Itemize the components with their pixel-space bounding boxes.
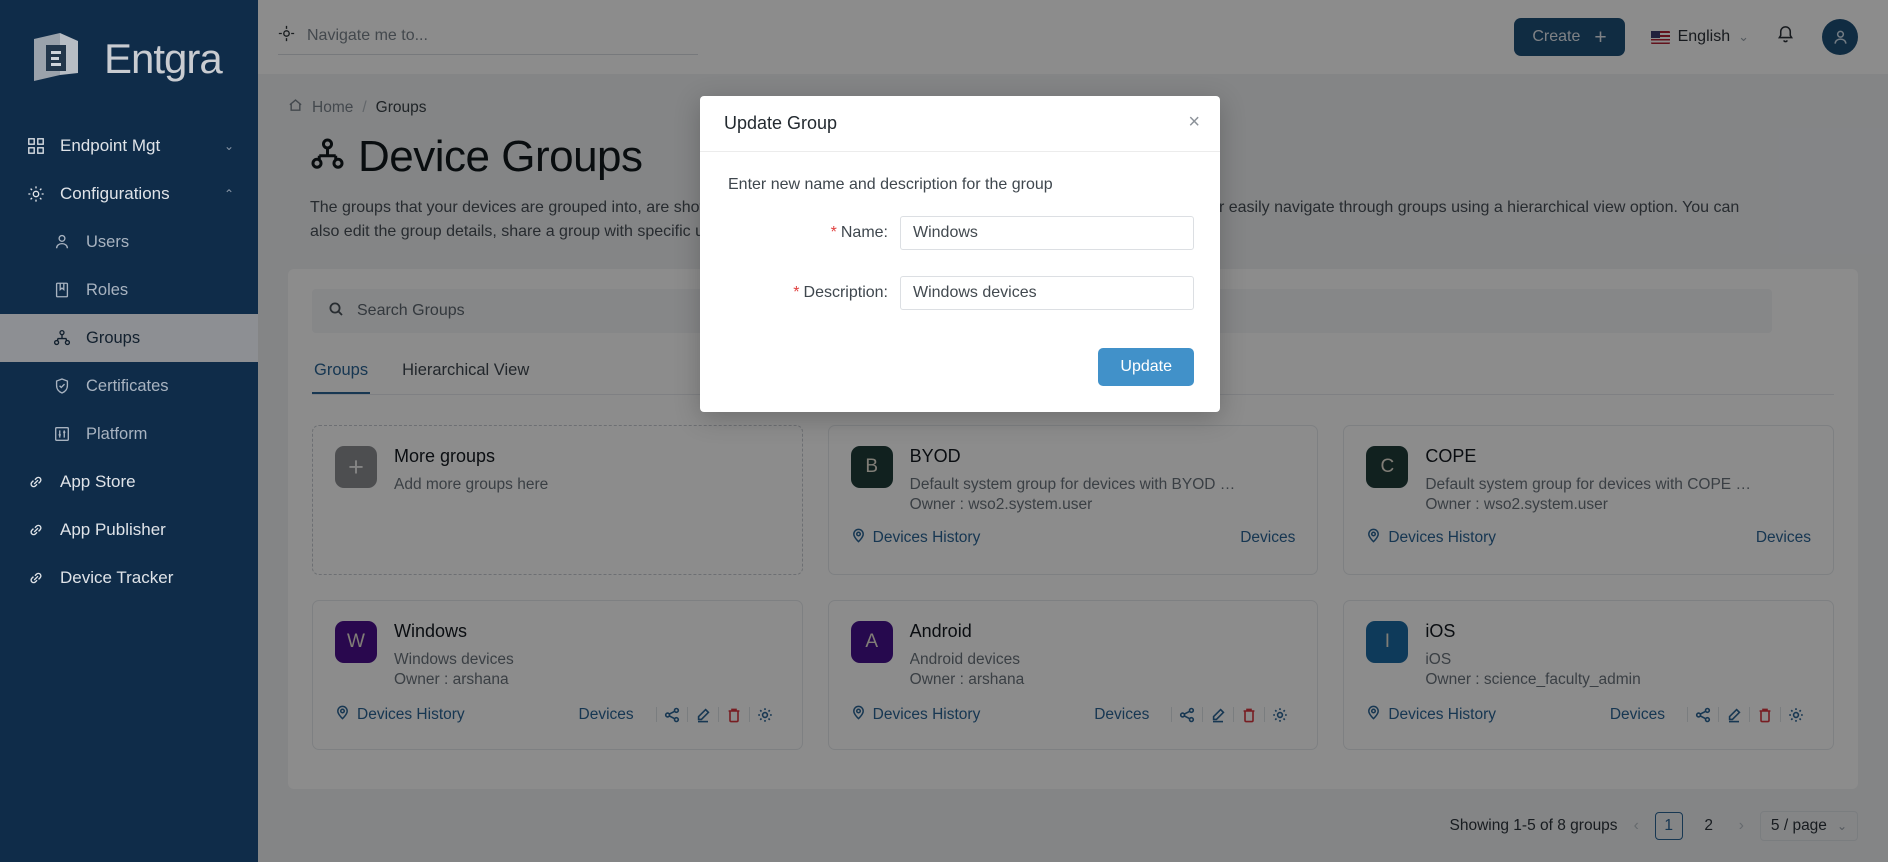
app-root: Entgra Endpoint Mgt ⌄ Configurations ⌃ U… [0,0,1888,862]
sidebar-item-label: Device Tracker [60,568,174,587]
sidebar-item-label: App Publisher [60,520,166,539]
sidebar-nav: Endpoint Mgt ⌄ Configurations ⌃ Users Ro… [0,122,258,602]
user-icon [52,232,72,252]
description-input[interactable] [900,276,1194,310]
name-field-label: * Name: [726,224,888,242]
sidebar-item-label: Configurations [60,184,170,203]
sidebar-item-app-store[interactable]: App Store [0,458,258,506]
link-icon [26,520,46,540]
chevron-up-icon: ⌃ [223,187,234,201]
brand-name: Entgra [104,35,223,82]
link-icon [26,568,46,588]
sidebar-item-users[interactable]: Users [0,218,258,266]
update-group-modal: Update Group × Enter new name and descri… [700,96,1220,412]
description-field-row: * Description: [726,276,1194,310]
gear-icon [26,184,46,204]
close-icon[interactable]: × [1188,112,1200,132]
description-field-label: * Description: [726,284,888,302]
name-label-text: Name: [840,224,888,241]
book-icon [52,280,72,300]
grid-icon [26,136,46,156]
modal-header: Update Group × [700,96,1220,152]
modal-intro-text: Enter new name and description for the g… [728,176,1053,193]
sidebar-item-label: Certificates [86,376,169,395]
modal-footer: Update [700,348,1220,412]
groups-icon [52,328,72,348]
sidebar-item-label: Roles [86,280,129,299]
sidebar-item-platform[interactable]: Platform [0,410,258,458]
sidebar-item-certificates[interactable]: Certificates [0,362,258,410]
brand-logo-area[interactable]: Entgra [0,0,258,96]
sidebar-item-roles[interactable]: Roles [0,266,258,314]
name-input[interactable] [900,216,1194,250]
sidebar-item-app-publisher[interactable]: App Publisher [0,506,258,554]
sidebar-item-groups[interactable]: Groups [0,314,258,362]
chevron-down-icon: ⌄ [223,139,234,153]
sidebar-item-label: App Store [60,472,136,491]
modal-title: Update Group [724,113,838,133]
link-icon [26,472,46,492]
name-field-row: * Name: [726,216,1194,250]
update-button[interactable]: Update [1098,348,1194,386]
sidebar-item-configurations[interactable]: Configurations ⌃ [0,170,258,218]
sidebar-item-label: Users [86,232,130,251]
entgra-logo-icon [26,29,90,89]
shield-check-icon [52,376,72,396]
sidebar-item-label: Endpoint Mgt [60,136,161,155]
required-mark: * [830,224,837,241]
sliders-icon [52,424,72,444]
required-mark: * [793,284,800,301]
sidebar-item-label: Platform [86,424,148,443]
sidebar-item-label: Groups [86,328,141,347]
description-label-text: Description: [803,284,888,301]
modal-body: Enter new name and description for the g… [700,152,1220,348]
sidebar-item-endpoint-mgt[interactable]: Endpoint Mgt ⌄ [0,122,258,170]
sidebar: Entgra Endpoint Mgt ⌄ Configurations ⌃ U… [0,0,258,862]
sidebar-item-device-tracker[interactable]: Device Tracker [0,554,258,602]
